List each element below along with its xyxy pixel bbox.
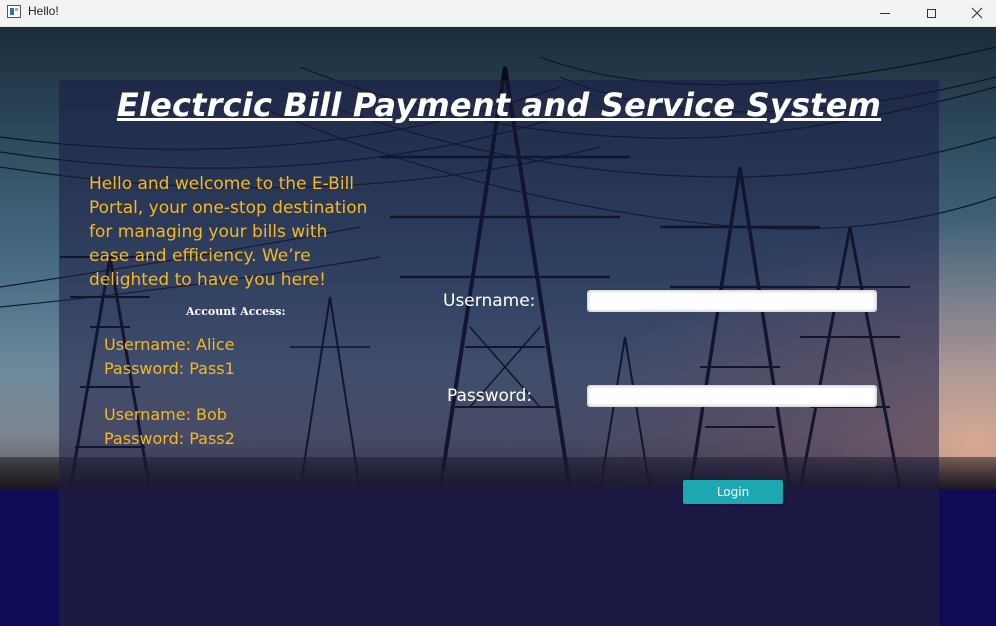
page-title: Electrcic Bill Payment and Service Syste… xyxy=(116,86,882,124)
app-window-icon xyxy=(7,5,21,18)
window-title: Hello! xyxy=(28,4,59,18)
login-button[interactable]: Login xyxy=(683,480,783,504)
minimize-button[interactable] xyxy=(862,0,908,26)
welcome-text: Hello and welcome to the E-Bill Portal, … xyxy=(89,174,368,290)
maximize-icon xyxy=(926,8,936,18)
window-titlebar: Hello! xyxy=(0,0,996,27)
close-button[interactable] xyxy=(954,0,996,26)
username-label: Username: xyxy=(443,291,536,311)
close-icon xyxy=(971,7,983,19)
maximize-button[interactable] xyxy=(908,0,954,26)
account-credentials-alice: Username: Alice Password: Pass1 xyxy=(104,333,235,381)
account-credentials-bob: Username: Bob Password: Pass2 xyxy=(104,403,235,451)
account-password: Password: Pass1 xyxy=(104,359,235,378)
account-username: Username: Bob xyxy=(104,405,227,424)
password-label: Password: xyxy=(447,386,533,406)
account-username: Username: Alice xyxy=(104,335,235,354)
username-input[interactable] xyxy=(587,290,877,312)
content-panel-bottom xyxy=(59,490,939,626)
minimize-icon xyxy=(880,12,890,14)
account-password: Password: Pass2 xyxy=(104,429,235,448)
account-access-label: Account Access: xyxy=(186,305,286,318)
password-input[interactable] xyxy=(587,385,877,407)
